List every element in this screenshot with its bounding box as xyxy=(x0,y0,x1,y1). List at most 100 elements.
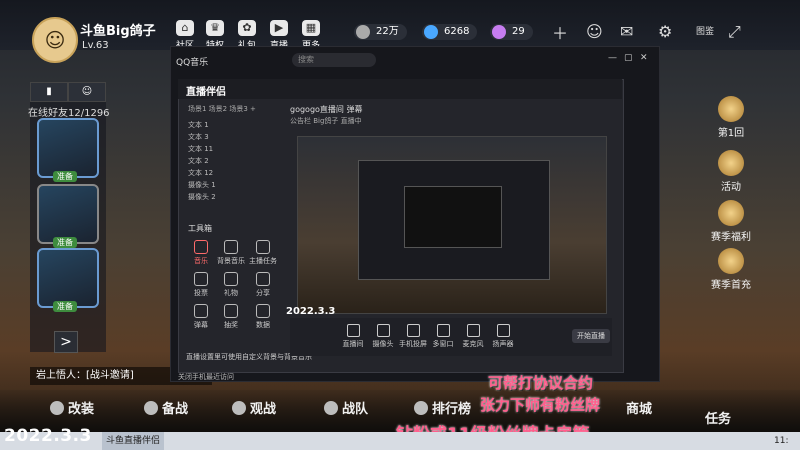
overlay-line-2: 张力下师有粉丝牌 xyxy=(480,396,601,414)
overlay-line-1: 可帮打协议合约 xyxy=(488,374,594,392)
rail-season-benefit[interactable]: 赛季福利 xyxy=(706,200,756,243)
task-button[interactable]: 任务 xyxy=(705,408,731,427)
danmaku-icon xyxy=(194,304,208,318)
player-name: 斗鱼Big鸽子 xyxy=(80,24,156,39)
layer-item[interactable]: 文本 1 xyxy=(188,120,209,130)
menu-team[interactable]: 战队 xyxy=(324,398,368,417)
recharge-icon xyxy=(718,248,744,274)
ticket-counter: 29 xyxy=(490,24,533,40)
layer-item[interactable]: 摄像头 2 xyxy=(188,192,216,202)
live-companion-logo: 直播伴侣 xyxy=(186,87,226,98)
live-companion-header xyxy=(178,79,622,99)
teammate-card[interactable]: 准备 xyxy=(37,248,99,312)
player-avatar[interactable]: ☺ xyxy=(32,17,78,63)
task-icon xyxy=(256,240,270,254)
qq-music-title: QQ音乐 xyxy=(176,58,209,68)
menu-modify[interactable]: 改装 xyxy=(50,398,94,417)
camera-icon xyxy=(376,324,390,337)
mic-icon xyxy=(466,324,480,337)
rail-event[interactable]: 活动 xyxy=(706,150,756,193)
lottery-icon xyxy=(224,304,238,318)
friends-icon[interactable]: ☺ xyxy=(586,22,603,41)
tab-stats[interactable]: ▮ xyxy=(30,82,68,102)
community-icon: ⌂ xyxy=(176,20,194,36)
tab-friends[interactable]: ☺ xyxy=(68,82,106,102)
diamond-counter: 6268 xyxy=(422,24,478,40)
gear-icon[interactable]: ⚙ xyxy=(658,22,672,41)
wrench-icon xyxy=(50,401,64,415)
speaker-icon xyxy=(496,324,510,337)
mail-icon[interactable]: ✉ xyxy=(620,22,633,41)
preview-date: 2022.3.3 xyxy=(286,306,336,317)
gift-icon: ✿ xyxy=(238,20,256,36)
rail-season-recharge[interactable]: 赛季首充 xyxy=(706,248,756,291)
star-icon xyxy=(232,401,246,415)
diamond-icon xyxy=(424,25,438,39)
tool-data[interactable]: 数据 xyxy=(246,304,280,330)
layer-item[interactable]: 摄像头 1 xyxy=(188,180,216,190)
room-title: gogogo直播间 弹幕 xyxy=(290,105,363,114)
gift-icon xyxy=(224,272,238,286)
music-icon xyxy=(194,240,208,254)
tool-camera[interactable]: 摄像头 xyxy=(368,324,398,349)
star-badge-icon xyxy=(718,150,744,176)
layer-item[interactable]: 文本 11 xyxy=(188,144,213,154)
nested-preview-inner xyxy=(404,186,502,248)
layer-item[interactable]: 文本 12 xyxy=(188,168,213,178)
silver-coin-icon xyxy=(356,25,370,39)
phone-icon xyxy=(406,324,420,337)
expand-icon[interactable]: ⤢ xyxy=(728,22,741,42)
teammate-card[interactable]: 准备 xyxy=(37,118,99,182)
video-icon: ▶ xyxy=(270,20,288,36)
teammate-card[interactable]: 准备 xyxy=(37,184,99,248)
tool-multi-window[interactable]: 多窗口 xyxy=(428,324,458,349)
toolbox-title: 工具箱 xyxy=(188,224,212,233)
tool-bgm[interactable]: 背景音乐 xyxy=(214,240,248,266)
room-icon xyxy=(346,324,360,337)
vote-icon xyxy=(194,272,208,286)
chart-icon xyxy=(256,304,270,318)
tool-mic[interactable]: 麦克风 xyxy=(458,324,488,349)
shield-icon xyxy=(324,401,338,415)
scene-tabs[interactable]: 场景1 场景2 场景3 + xyxy=(188,104,256,114)
share-icon xyxy=(256,272,270,286)
silver-counter: 22万 xyxy=(354,24,407,40)
maximize-icon[interactable]: ▢ xyxy=(624,53,633,63)
window-icon xyxy=(436,324,450,337)
manual-button[interactable]: 图鉴 xyxy=(696,24,714,37)
tool-room[interactable]: 直播间 xyxy=(338,324,368,349)
layer-item[interactable]: 文本 3 xyxy=(188,132,209,142)
layer-item[interactable]: 文本 2 xyxy=(188,156,209,166)
tool-speaker[interactable]: 扬声器 xyxy=(488,324,518,349)
menu-ranking[interactable]: 排行榜 xyxy=(414,398,471,417)
next-arrow-button[interactable]: > xyxy=(54,331,78,353)
close-icon[interactable]: ✕ xyxy=(640,53,648,63)
date-overlay: 2022.3.3 xyxy=(4,426,92,446)
menu-prepare[interactable]: 备战 xyxy=(144,398,188,417)
tool-task[interactable]: 主播任务 xyxy=(246,240,280,266)
qq-search-input[interactable]: 搜索 xyxy=(292,53,376,67)
status-text: 关闭手机最近访问 xyxy=(178,373,234,381)
tool-lottery[interactable]: 抽奖 xyxy=(214,304,248,330)
minimize-icon[interactable]: — xyxy=(608,53,617,63)
trophy-icon xyxy=(414,401,428,415)
medal-icon xyxy=(718,96,744,122)
menu-shop[interactable]: 商城 xyxy=(626,398,652,417)
tool-phone-cast[interactable]: 手机投屏 xyxy=(398,324,428,349)
tool-gift[interactable]: 礼物 xyxy=(214,272,248,298)
add-currency-button[interactable]: ＋ xyxy=(552,20,568,44)
tool-danmaku[interactable]: 弹幕 xyxy=(184,304,218,330)
rail-round[interactable]: 第1回 xyxy=(706,96,756,139)
taskbar-clock: 11: xyxy=(774,436,789,446)
privilege-icon: ♛ xyxy=(206,20,224,36)
headphone-icon xyxy=(224,240,238,254)
skull-icon xyxy=(144,401,158,415)
taskbar-item[interactable]: 斗鱼直播伴侣 xyxy=(102,432,165,450)
tool-share[interactable]: 分享 xyxy=(246,272,280,298)
start-live-button[interactable]: 开始直播 xyxy=(572,329,610,343)
tool-music[interactable]: 音乐 xyxy=(184,240,218,266)
tool-vote[interactable]: 投票 xyxy=(184,272,218,298)
room-subhead: 公告栏 Big鸽子 直播中 xyxy=(290,117,362,125)
season-icon xyxy=(718,200,744,226)
menu-spectate[interactable]: 观战 xyxy=(232,398,276,417)
